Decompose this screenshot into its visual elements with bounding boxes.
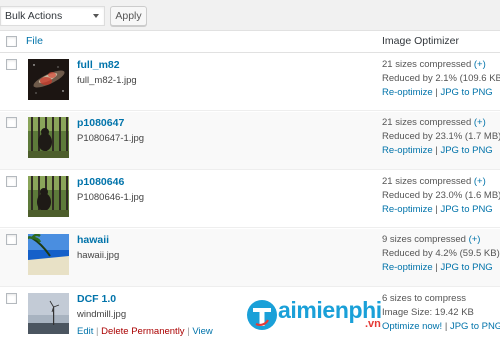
reoptimize-link[interactable]: Re-optimize (382, 262, 433, 273)
table-row: p1080646 P1080646-1.jpg 21 sizes compres… (0, 171, 500, 228)
reduction-text: Reduced by 2.1% (109.6 KB) (382, 73, 500, 84)
attachment-title-link[interactable]: p1080647 (77, 117, 124, 129)
attachment-title-link[interactable]: DCF 1.0 (77, 293, 116, 305)
thumbnail-monkey[interactable] (28, 176, 69, 217)
optimize-now-link[interactable]: Optimize now! (382, 321, 442, 332)
row-checkbox[interactable] (6, 176, 17, 187)
optimizer-actions: Re-optimize | JPG to PNG (382, 204, 493, 215)
table-row: p1080647 P1080647-1.jpg 21 sizes compres… (0, 112, 500, 170)
delete-permanently-link[interactable]: Delete Permanently (101, 326, 184, 337)
attachment-title-link[interactable]: full_m82 (77, 59, 120, 71)
bulk-actions-toolbar: Bulk Actions Apply (0, 0, 500, 30)
jpg-to-png-link[interactable]: JPG to PNG (440, 145, 492, 156)
chevron-down-icon (93, 14, 99, 18)
reoptimize-link[interactable]: Re-optimize (382, 87, 433, 98)
image-size-text: Image Size: 19.42 KB (382, 307, 474, 318)
table-row: full_m82 full_m82-1.jpg 21 sizes compres… (0, 54, 500, 111)
optimizer-actions: Optimize now! | JPG to PNG (382, 321, 500, 332)
filename: hawaii.jpg (77, 250, 120, 261)
table-header: File Image Optimizer (0, 31, 500, 53)
show-details-toggle[interactable]: (+) (474, 59, 486, 70)
reoptimize-link[interactable]: Re-optimize (382, 145, 433, 156)
optimizer-actions: Re-optimize | JPG to PNG (382, 145, 493, 156)
filename: P1080646-1.jpg (77, 192, 145, 203)
jpg-to-png-link[interactable]: JPG to PNG (440, 204, 492, 215)
jpg-to-png-link[interactable]: JPG to PNG (440, 262, 492, 273)
attachment-title-link[interactable]: hawaii (77, 234, 109, 246)
reduction-text: Reduced by 4.2% (59.5 KB) (382, 248, 500, 259)
show-details-toggle[interactable]: (+) (474, 176, 486, 187)
taimienphi-logo-icon (247, 300, 277, 330)
jpg-to-png-link[interactable]: JPG to PNG (450, 321, 500, 332)
watermark-tld-text: .vn (365, 318, 381, 330)
column-header-image-optimizer: Image Optimizer (382, 35, 460, 47)
taimienphi-watermark-logo: aimienphi .vn (246, 296, 382, 336)
thumbnail-beach[interactable] (28, 234, 69, 275)
row-checkbox[interactable] (6, 234, 17, 245)
select-all-checkbox[interactable] (6, 36, 17, 47)
sizes-compressed-text: 21 sizes compressed (+) (382, 59, 486, 70)
thumbnail-windmill[interactable] (28, 293, 69, 334)
edit-link[interactable]: Edit (77, 326, 93, 337)
bulk-actions-select[interactable]: Bulk Actions (0, 6, 105, 26)
sizes-compressed-text: 9 sizes compressed (+) (382, 234, 481, 245)
thumbnail-monkey[interactable] (28, 117, 69, 158)
row-checkbox[interactable] (6, 117, 17, 128)
filename: P1080647-1.jpg (77, 133, 145, 144)
attachment-title-link[interactable]: p1080646 (77, 176, 124, 188)
show-details-toggle[interactable]: (+) (474, 117, 486, 128)
optimizer-actions: Re-optimize | JPG to PNG (382, 87, 493, 98)
table-row: hawaii hawaii.jpg 9 sizes compressed (+)… (0, 229, 500, 287)
show-details-toggle[interactable]: (+) (469, 234, 481, 245)
reduction-text: Reduced by 23.0% (1.6 MB) (382, 190, 500, 201)
sizes-compressed-text: 21 sizes compressed (+) (382, 176, 486, 187)
optimizer-actions: Re-optimize | JPG to PNG (382, 262, 493, 273)
filename: full_m82-1.jpg (77, 75, 137, 86)
reduction-text: Reduced by 23.1% (1.7 MB) (382, 131, 500, 142)
filename: windmill.jpg (77, 309, 127, 320)
row-checkbox[interactable] (6, 59, 17, 70)
sizes-compressed-text: 21 sizes compressed (+) (382, 117, 486, 128)
jpg-to-png-link[interactable]: JPG to PNG (440, 87, 492, 98)
thumbnail-galaxy[interactable] (28, 59, 69, 100)
sizes-to-compress-text: 6 sizes to compress (382, 293, 466, 304)
row-checkbox[interactable] (6, 293, 17, 304)
row-actions: Edit | Delete Permanently | View (77, 326, 213, 337)
media-list-table: File Image Optimizer full_m82 full_m82-1… (0, 30, 500, 338)
column-header-file[interactable]: File (26, 35, 43, 47)
view-link[interactable]: View (192, 326, 212, 337)
bulk-actions-value: Bulk Actions (5, 10, 63, 22)
reoptimize-link[interactable]: Re-optimize (382, 204, 433, 215)
apply-button[interactable]: Apply (110, 6, 147, 26)
